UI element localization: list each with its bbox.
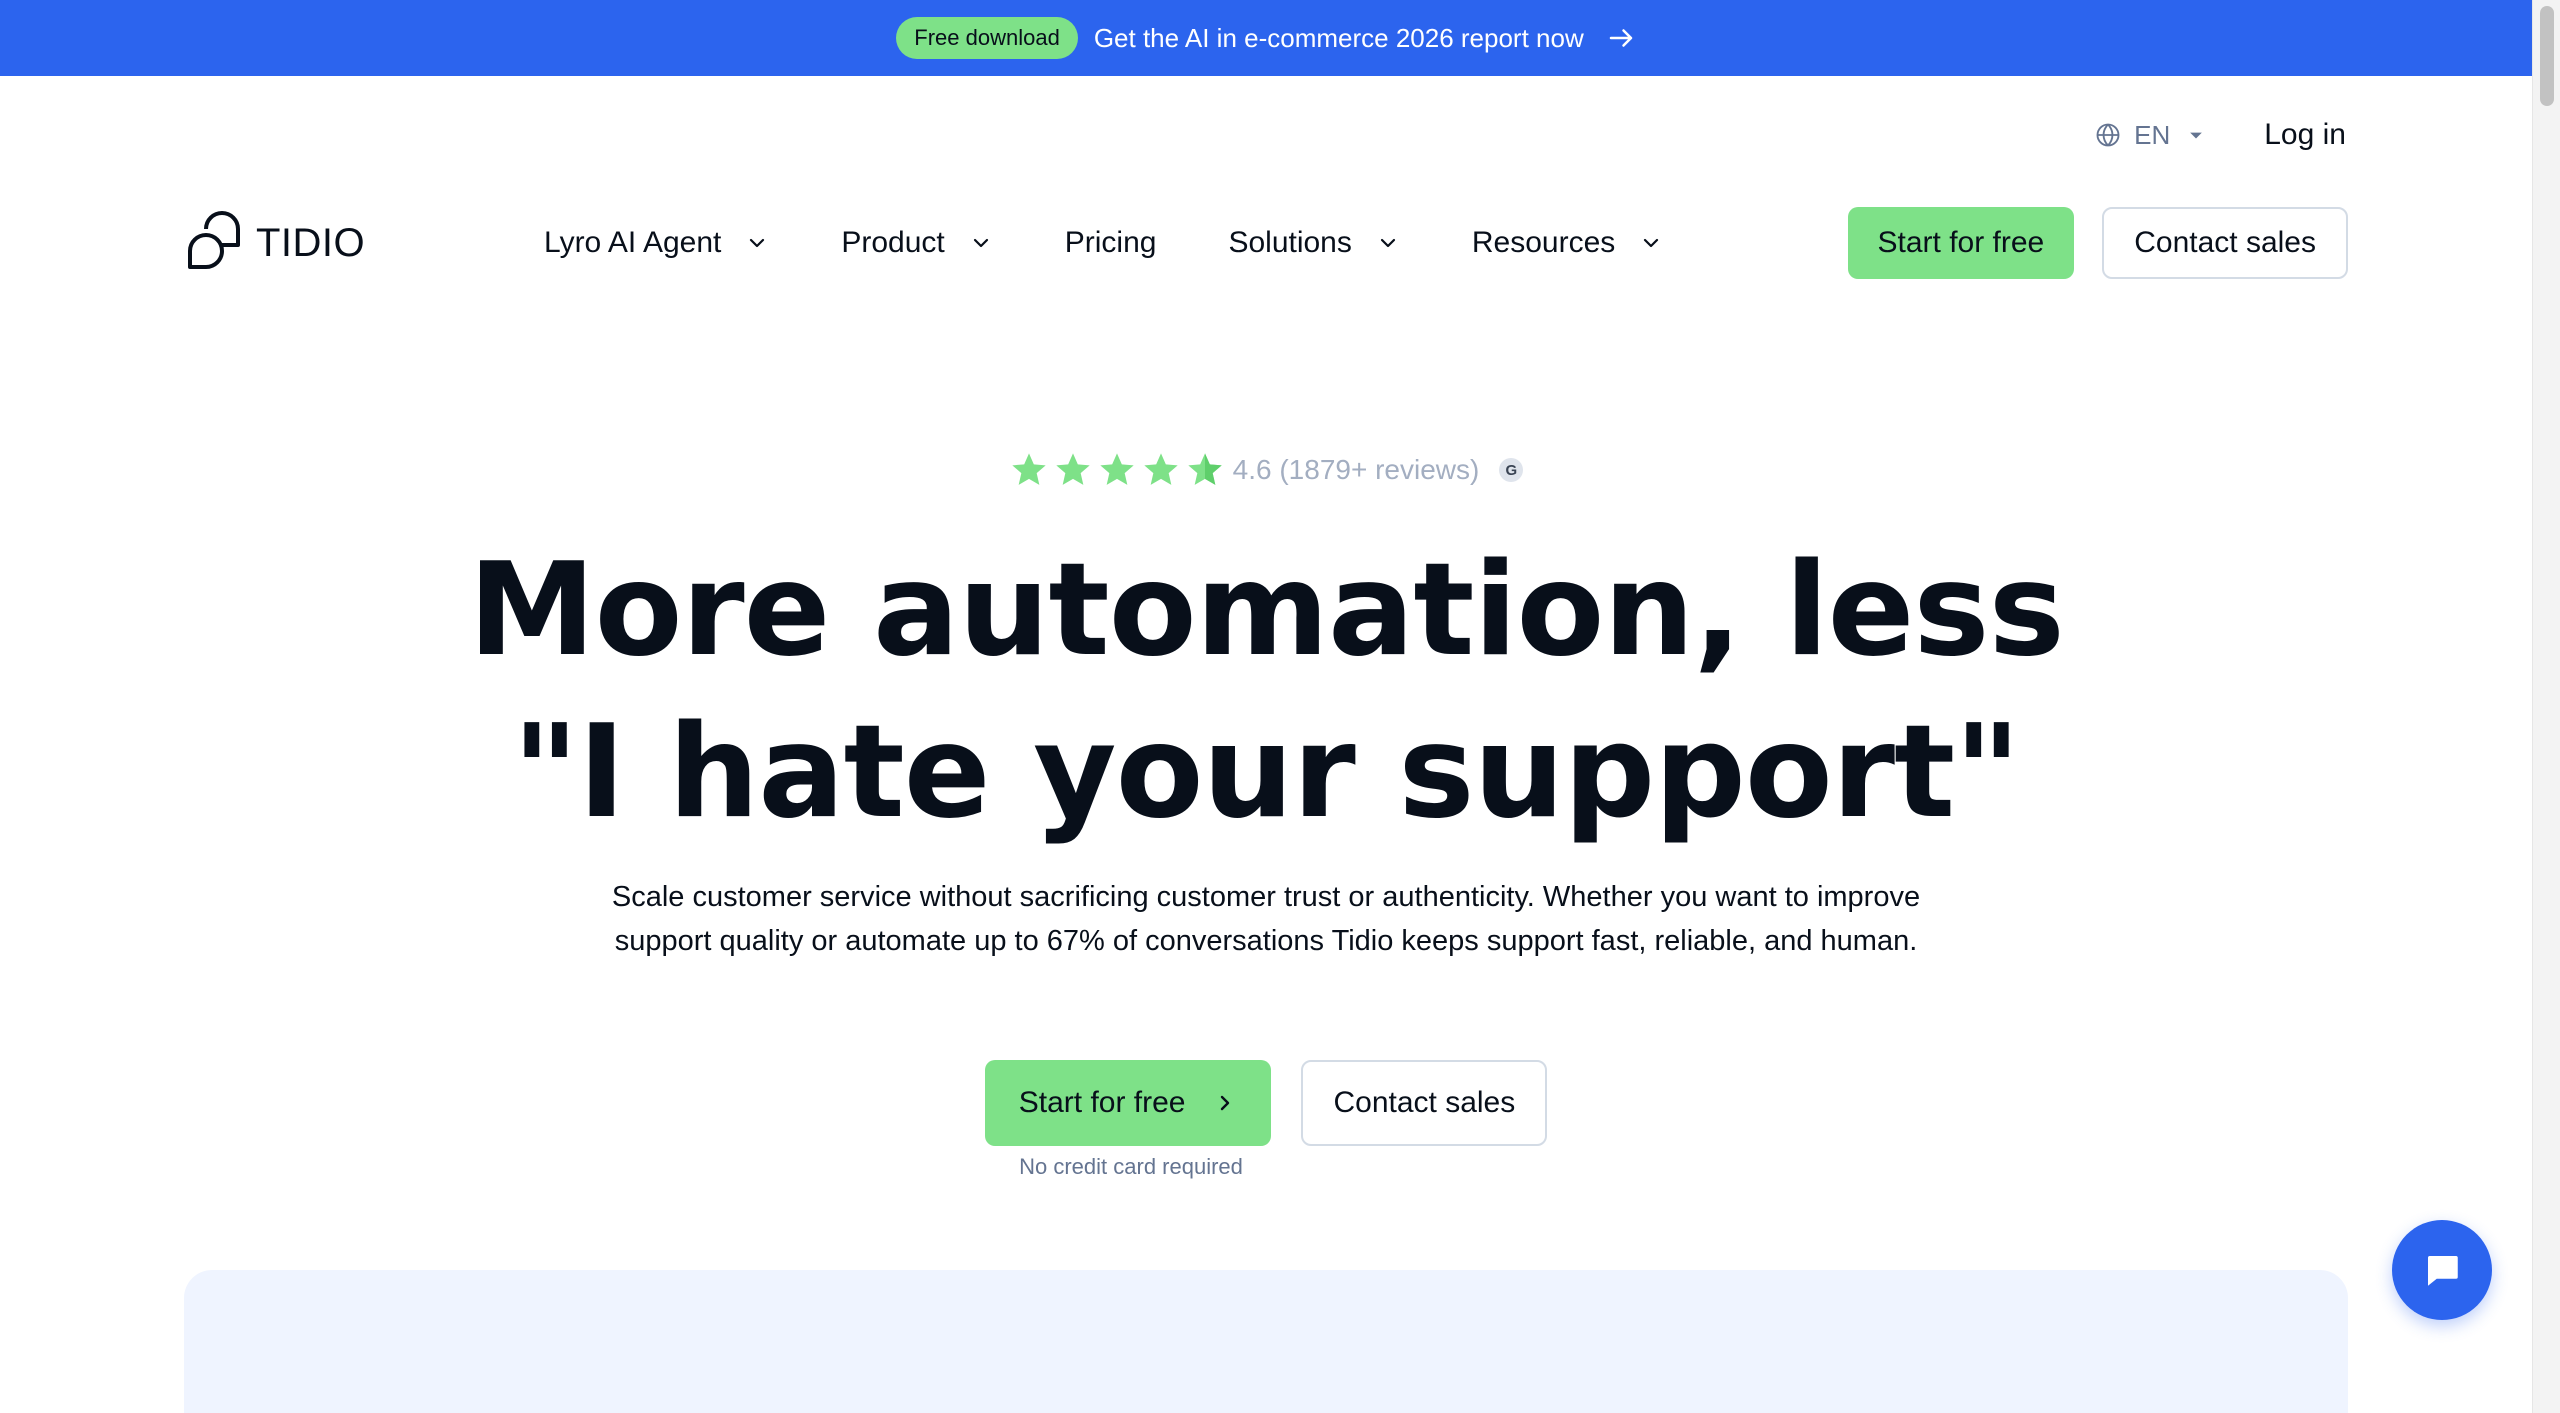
star-icon	[1143, 453, 1178, 485]
tidio-wordmark: TIDIO	[256, 220, 366, 265]
chevron-down-icon	[1644, 238, 1659, 248]
page-scrollbar[interactable]	[2532, 0, 2560, 1413]
nav-item-resources[interactable]: Resources	[1472, 226, 1663, 260]
product-preview-panel	[184, 1270, 2348, 1413]
star-icon	[1099, 453, 1134, 485]
nav-item-label: Product	[841, 226, 945, 259]
hero-contact-sales-button[interactable]: Contact sales	[1301, 1060, 1548, 1146]
chevron-down-icon	[750, 238, 765, 248]
star-half-icon	[1187, 453, 1222, 485]
g2-icon: G	[1499, 458, 1524, 482]
chat-bubble-icon	[2428, 1256, 2458, 1286]
caret-down-icon	[2190, 132, 2203, 139]
scrollbar-thumb[interactable]	[2540, 6, 2554, 106]
tidio-logo-icon	[188, 211, 240, 269]
nav-cta-group: Start for free Contact sales	[1847, 207, 2348, 279]
chevron-right-icon	[1221, 1095, 1230, 1111]
hero-headline: More automation, less "I hate your suppo…	[0, 530, 2532, 854]
chat-widget-button[interactable]	[2392, 1220, 2492, 1320]
tidio-logo[interactable]: TIDIO	[184, 211, 544, 275]
utility-row: EN Log in	[2094, 118, 2346, 152]
contact-sales-button[interactable]: Contact sales	[2102, 207, 2348, 279]
subtext-line-2: support quality or automate up to 67% of…	[614, 925, 1918, 957]
hero-start-label: Start for free	[1018, 1086, 1186, 1119]
headline-line-1: More automation, less	[468, 536, 2065, 685]
rating-text: 4.6 (1879+ reviews)	[1232, 454, 1480, 485]
no-credit-card-note: No credit card required	[1019, 1154, 1243, 1179]
hero-subtext: Scale customer service without sacrifici…	[0, 875, 2532, 963]
nav-item-label: Resources	[1471, 226, 1616, 259]
nav-menu: Lyro AI Agent Product Pricing Solutions …	[544, 226, 1663, 260]
free-download-badge[interactable]: Free download	[896, 17, 1078, 59]
nav-item-lyro-ai-agent[interactable]: Lyro AI Agent	[544, 226, 769, 260]
hero-start-for-free-button[interactable]: Start for free	[984, 1060, 1272, 1146]
star-icon	[1011, 453, 1046, 485]
review-rating: 4.6 (1879+ reviews) G	[0, 450, 2532, 490]
arrow-right-icon	[1609, 29, 1632, 47]
headline-line-2: "I hate your support"	[512, 698, 2021, 847]
announcement-text: Get the AI in e-commerce 2026 report now	[1093, 22, 1584, 53]
login-link[interactable]: Log in	[2264, 118, 2346, 152]
language-label: EN	[2134, 119, 2171, 150]
subtext-line-1: Scale customer service without sacrifici…	[611, 881, 1921, 913]
nav-item-label: Lyro AI Agent	[544, 226, 722, 259]
star-icon	[1055, 453, 1090, 485]
chevron-down-icon	[1380, 238, 1395, 248]
nav-item-label: Solutions	[1228, 226, 1352, 259]
nav-item-label: Pricing	[1064, 226, 1157, 259]
main-nav: TIDIO Lyro AI Agent Product Pricing Solu…	[184, 207, 2348, 279]
nav-item-solutions[interactable]: Solutions	[1228, 226, 1399, 260]
announcement-bar: Free download Get the AI in e-commerce 2…	[0, 0, 2532, 76]
start-for-free-button[interactable]: Start for free	[1847, 207, 2075, 279]
hero-cta-group: Start for free Contact sales	[0, 1060, 2532, 1146]
globe-icon	[2096, 123, 2120, 147]
nav-item-product[interactable]: Product	[841, 226, 992, 260]
announcement-link[interactable]: Get the AI in e-commerce 2026 report now	[1094, 23, 1636, 54]
star-rating	[1009, 450, 1225, 490]
chevron-down-icon	[973, 238, 988, 248]
language-selector[interactable]: EN	[2094, 120, 2210, 151]
nav-item-pricing[interactable]: Pricing	[1065, 226, 1157, 260]
